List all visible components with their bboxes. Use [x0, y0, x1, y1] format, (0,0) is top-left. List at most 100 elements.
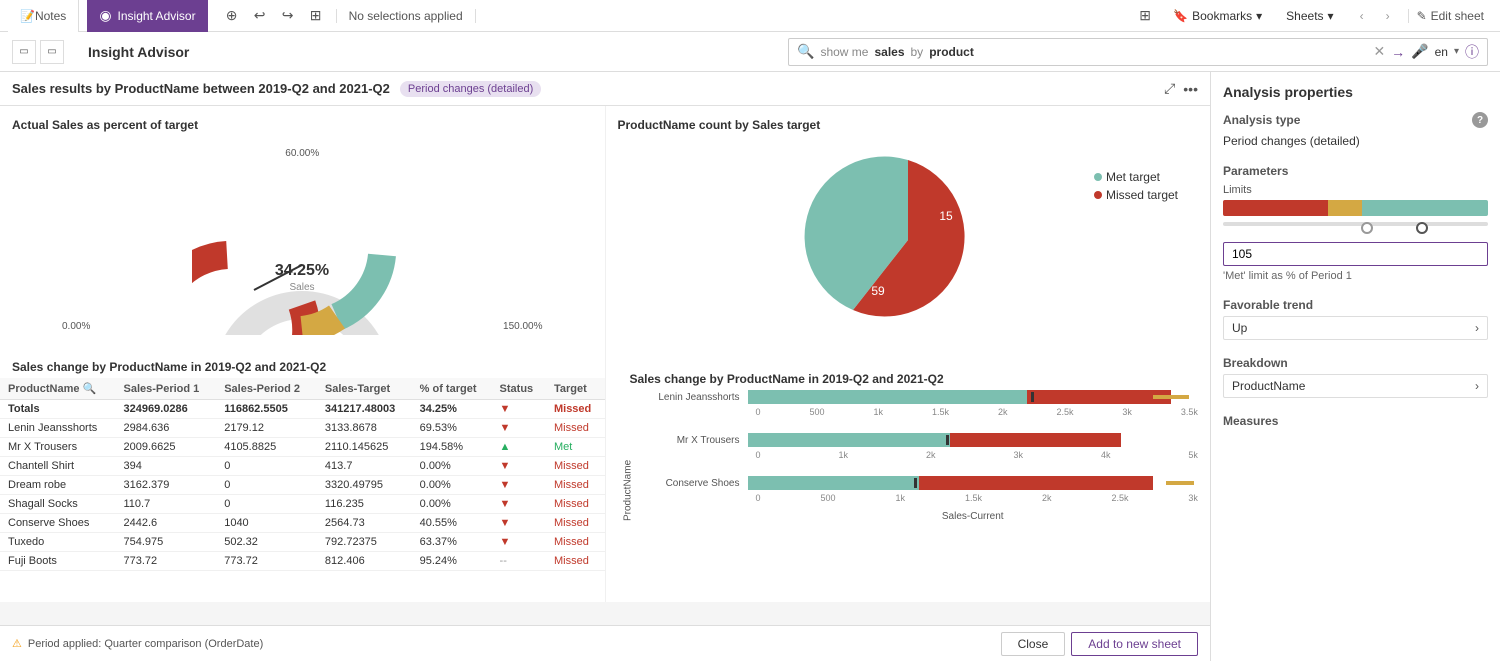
right-panel: Analysis properties Analysis type ? Peri… [1210, 72, 1500, 661]
table-row: Lenin Jeansshorts 2984.636 2179.12 3133.… [0, 419, 605, 438]
limits-desc: 'Met' limit as % of Period 1 [1223, 270, 1488, 282]
bottom-footer: ⚠ Period applied: Quarter comparison (Or… [0, 625, 1210, 661]
table-header-row: ProductName 🔍 Sales-Period 1 Sales-Perio… [0, 378, 605, 400]
help-icon[interactable]: ? [1472, 112, 1488, 128]
limits-thumb-right[interactable] [1416, 222, 1428, 234]
limits-track [1223, 222, 1488, 226]
prev-arrow[interactable]: ‹ [1350, 4, 1374, 28]
toolbar-right: ⊞ 🔖 Bookmarks ▾ Sheets ▾ ‹ › ✎ Edit shee… [1133, 4, 1492, 28]
redo-icon[interactable]: ↪ [276, 4, 300, 28]
data-table: ProductName 🔍 Sales-Period 1 Sales-Perio… [0, 378, 605, 571]
period-badge[interactable]: Period changes (detailed) [400, 81, 541, 97]
search-mic-icon[interactable]: 🎤 [1411, 43, 1428, 60]
search-clear-icon[interactable]: ✕ [1373, 43, 1385, 60]
sheets-button[interactable]: Sheets ▾ [1278, 9, 1341, 23]
analysis-type-value: Period changes (detailed) [1223, 134, 1488, 148]
col-period1: Sales-Period 1 [115, 378, 216, 400]
table-row: Shagall Socks 110.7 0 116.235 0.00% ▼ Mi… [0, 495, 605, 514]
svg-text:Sales: Sales [290, 282, 315, 293]
bar-row-1: Lenin Jeansshorts 0 500 [638, 390, 1199, 417]
limits-thumb-left[interactable] [1361, 222, 1373, 234]
bar-label-1: Lenin Jeansshorts [638, 392, 748, 403]
results-header: Sales results by ProductName between 201… [0, 72, 1210, 106]
favorable-trend-dropdown[interactable]: Up › [1223, 316, 1488, 340]
donut-chart-panel: Actual Sales as percent of target [0, 106, 605, 352]
search-toolbar-icon[interactable]: ⊕ [220, 4, 244, 28]
bar-tick-3 [914, 478, 917, 488]
no-selections-text: No selections applied [336, 9, 476, 23]
table-row: Conserve Shoes 2442.6 1040 2564.73 40.55… [0, 514, 605, 533]
limits-slider [1223, 222, 1488, 234]
search-icon: 🔍 [797, 43, 814, 60]
bar-tick-2 [946, 435, 949, 445]
table-row: Mr X Trousers 2009.6625 4105.8825 2110.1… [0, 438, 605, 457]
limits-teal-segment [1362, 200, 1488, 216]
pie-chart-title: ProductName count by Sales target [618, 118, 1199, 132]
tab-insight[interactable]: ◉ Insight Advisor [87, 0, 207, 32]
bar-teal-3 [748, 476, 919, 490]
measures-section: Measures [1223, 414, 1488, 428]
bookmark-icon: 🔖 [1173, 9, 1188, 23]
table-section: Sales change by ProductName in 2019-Q2 a… [0, 352, 605, 602]
table-row: Fuji Boots 773.72 773.72 812.406 95.24% … [0, 552, 605, 571]
met-dot [1094, 173, 1102, 181]
warning-icon: ⚠ [12, 637, 22, 650]
more-options-icon[interactable]: ••• [1183, 81, 1198, 97]
search-lang-arrow: ▾ [1454, 46, 1459, 57]
limits-red-segment [1223, 200, 1328, 216]
app-title: Insight Advisor [72, 44, 205, 60]
donut-label-right: 150.00% [503, 321, 542, 332]
table-row: Chantell Shirt 394 0 413.7 0.00% ▼ Misse… [0, 457, 605, 476]
top-toolbar: 📝 Notes ◉ Insight Advisor ⊕ ↩ ↪ ⊞ No sel… [0, 0, 1500, 32]
charts-grid: Actual Sales as percent of target [0, 106, 1210, 352]
y-axis-label: ProductName [618, 390, 638, 590]
edit-icon: ✎ [1417, 9, 1427, 23]
search-bar: 🔍 show me sales by product ✕ → 🎤 en ▾ ⓘ [788, 38, 1488, 66]
col-status: Status [492, 378, 546, 400]
pie-legend: Met target Missed target [1094, 170, 1178, 206]
legend-met: Met target [1094, 170, 1178, 184]
table-totals-row: Totals 324969.0286 116862.5505 341217.48… [0, 400, 605, 419]
breakdown-dropdown[interactable]: ProductName › [1223, 374, 1488, 398]
col-search-icon[interactable]: 🔍 [83, 383, 97, 395]
bar-red-1 [1027, 390, 1171, 404]
bookmarks-button[interactable]: 🔖 Bookmarks ▾ [1165, 9, 1270, 23]
totals-target: 341217.48003 [317, 400, 412, 419]
next-arrow[interactable]: › [1376, 4, 1400, 28]
limits-input[interactable]: 105 [1223, 242, 1488, 266]
limits-gold-segment [1328, 200, 1362, 216]
bar-x-axis-label: Sales-Current [748, 511, 1199, 522]
totals-period2: 116862.5505 [216, 400, 317, 419]
panel-left-btn[interactable]: ▭ [12, 40, 36, 64]
search-info-icon[interactable]: ⓘ [1465, 42, 1479, 62]
bar-label-2: Mr X Trousers [638, 435, 748, 446]
donut-label-top: 60.00% [285, 148, 319, 159]
bar-teal-2 [748, 433, 951, 447]
pie-svg: 59 15 [778, 140, 1038, 340]
legend-missed: Missed target [1094, 188, 1178, 202]
edit-sheet-button[interactable]: ✎ Edit sheet [1408, 9, 1492, 23]
bar-red-3 [919, 476, 1153, 490]
close-button[interactable]: Close [1001, 632, 1066, 656]
col-product-name: ProductName 🔍 [0, 378, 115, 400]
col-target2: Target [546, 378, 605, 400]
expand-icon[interactable]: ⤢ [1164, 80, 1175, 97]
second-toolbar: ▭ ▭ Insight Advisor 🔍 show me sales by p… [0, 32, 1500, 72]
snapshot-icon[interactable]: ⊞ [304, 4, 328, 28]
parameters-section: Parameters Limits 105 'Met' limit as % o… [1223, 164, 1488, 282]
search-go-icon[interactable]: → [1391, 44, 1405, 60]
tab-notes[interactable]: 📝 Notes [8, 0, 79, 32]
favorable-trend-section: Favorable trend Up › [1223, 298, 1488, 340]
undo-icon[interactable]: ↩ [248, 4, 272, 28]
grid-icon[interactable]: ⊞ [1133, 4, 1157, 28]
donut-label-left: 0.00% [62, 321, 90, 332]
bar-axis-1: 0 500 1k 1.5k 2k 2.5k 3k 3.5k [756, 407, 1199, 417]
totals-status: Missed [546, 400, 605, 419]
panel-right-btn[interactable]: ▭ [40, 40, 64, 64]
search-language[interactable]: en [1435, 45, 1448, 59]
search-input[interactable] [980, 44, 1368, 59]
bar-red-2 [950, 433, 1121, 447]
bar-gold-1 [1153, 395, 1189, 399]
limits-color-bar [1223, 200, 1488, 216]
add-sheet-button[interactable]: Add to new sheet [1071, 632, 1198, 656]
